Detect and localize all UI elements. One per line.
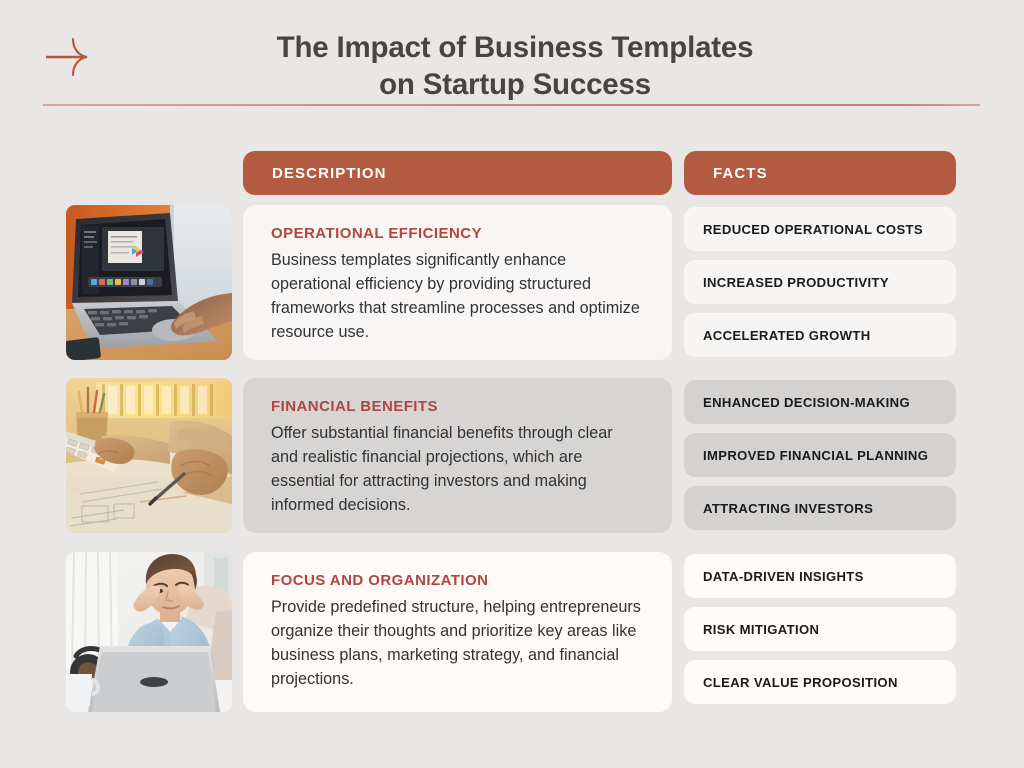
page-title: The Impact of Business Templates on Star… <box>276 31 754 101</box>
fact-pill[interactable]: DATA-DRIVEN INSIGHTS <box>684 554 956 598</box>
description-card: FOCUS AND ORGANIZATION Provide predefine… <box>243 552 672 712</box>
fact-label: RISK MITIGATION <box>703 621 820 637</box>
fact-label: ATTRACTING INVESTORS <box>703 500 874 516</box>
description-card: FINANCIAL BENEFITS Offer substantial fin… <box>243 378 672 533</box>
description-body: Provide predefined structure, helping en… <box>271 598 641 688</box>
facts-column-label: FACTS <box>713 164 768 182</box>
description-title: FINANCIAL BENEFITS <box>271 398 438 415</box>
fact-label: INCREASED PRODUCTIVITY <box>703 274 889 290</box>
facts-group: ENHANCED DECISION-MAKING IMPROVED FINANC… <box>684 378 956 533</box>
fact-label: IMPROVED FINANCIAL PLANNING <box>703 447 929 463</box>
focused-man-laptop-photo <box>66 552 232 712</box>
laptop-typing-photo <box>66 205 232 360</box>
fact-pill[interactable]: ENHANCED DECISION-MAKING <box>684 380 956 424</box>
fact-pill[interactable]: CLEAR VALUE PROPOSITION <box>684 660 956 704</box>
arrow-right-icon <box>42 34 102 80</box>
facts-column-header: FACTS <box>684 151 956 195</box>
fact-label: ACCELERATED GROWTH <box>703 327 871 343</box>
fact-pill[interactable]: ATTRACTING INVESTORS <box>684 486 956 530</box>
content-row: OPERATIONAL EFFICIENCY Business template… <box>0 205 1024 360</box>
content-row: FOCUS AND ORGANIZATION Provide predefine… <box>0 552 1024 712</box>
calculator-blueprint-photo <box>66 378 232 533</box>
header-divider <box>43 104 980 106</box>
fact-pill[interactable]: IMPROVED FINANCIAL PLANNING <box>684 433 956 477</box>
fact-label: ENHANCED DECISION-MAKING <box>703 394 910 410</box>
fact-pill[interactable]: REDUCED OPERATIONAL COSTS <box>684 207 956 251</box>
description-column-header: DESCRIPTION <box>243 151 672 195</box>
infographic-page: The Impact of Business Templates on Star… <box>0 0 1024 768</box>
fact-pill[interactable]: ACCELERATED GROWTH <box>684 313 956 357</box>
fact-pill[interactable]: INCREASED PRODUCTIVITY <box>684 260 956 304</box>
page-header: The Impact of Business Templates on Star… <box>0 0 1024 112</box>
fact-label: DATA-DRIVEN INSIGHTS <box>703 568 864 584</box>
description-body: Offer substantial financial benefits thr… <box>271 424 613 514</box>
fact-label: CLEAR VALUE PROPOSITION <box>703 674 898 690</box>
facts-group: DATA-DRIVEN INSIGHTS RISK MITIGATION CLE… <box>684 552 956 712</box>
fact-label: REDUCED OPERATIONAL COSTS <box>703 221 923 237</box>
description-title: OPERATIONAL EFFICIENCY <box>271 225 483 242</box>
facts-group: REDUCED OPERATIONAL COSTS INCREASED PROD… <box>684 205 956 360</box>
content-row: FINANCIAL BENEFITS Offer substantial fin… <box>0 378 1024 533</box>
description-column-label: DESCRIPTION <box>272 164 387 182</box>
description-title: FOCUS AND ORGANIZATION <box>271 572 489 589</box>
description-body: Business templates significantly enhance… <box>271 251 640 341</box>
description-card: OPERATIONAL EFFICIENCY Business template… <box>243 205 672 360</box>
fact-pill[interactable]: RISK MITIGATION <box>684 607 956 651</box>
